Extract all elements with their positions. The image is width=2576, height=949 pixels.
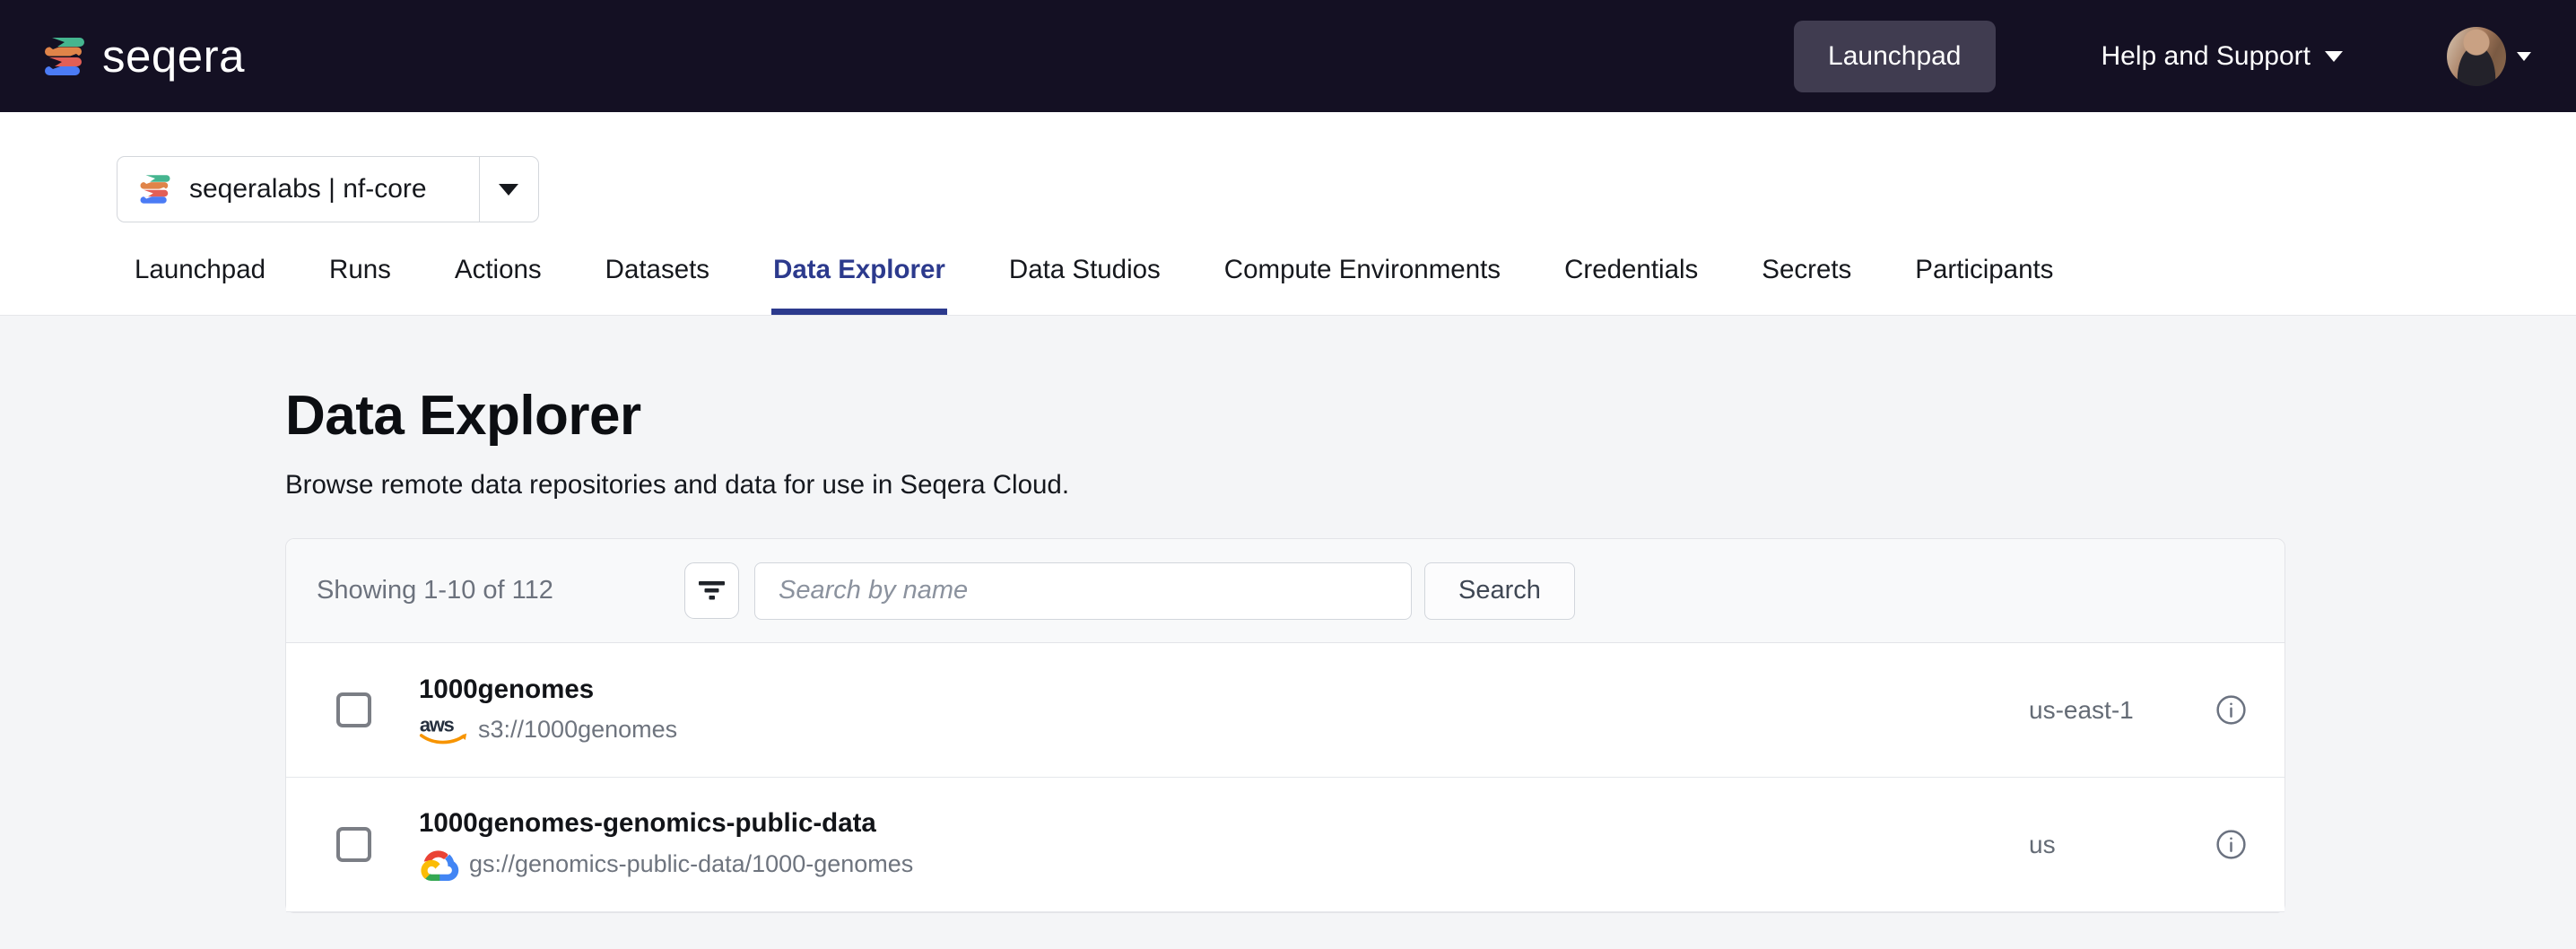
bucket-uri: gs://genomics-public-data/1000-genomes xyxy=(469,850,913,878)
tab-compute-environments[interactable]: Compute Environments xyxy=(1223,255,1502,315)
svg-text:aws: aws xyxy=(420,714,455,736)
row-main: 1000genomes-genomics-public-data aws xyxy=(419,808,2029,881)
search-button[interactable]: Search xyxy=(1424,562,1575,620)
main-content: Data Explorer Browse remote data reposit… xyxy=(0,384,2576,913)
tab-label: Secrets xyxy=(1762,255,1851,284)
tab-runs[interactable]: Runs xyxy=(327,255,393,315)
tab-datasets[interactable]: Datasets xyxy=(604,255,711,315)
page-title: Data Explorer xyxy=(285,384,2576,448)
gcs-icon xyxy=(419,848,459,881)
row-checkbox[interactable] xyxy=(336,692,371,727)
user-menu[interactable] xyxy=(2447,27,2531,86)
seqera-logo-icon xyxy=(43,35,86,78)
workspace-dropdown-toggle[interactable] xyxy=(479,157,538,222)
help-and-support-menu[interactable]: Help and Support xyxy=(2102,41,2344,72)
bucket-uri-line: aws gs://genomics-public-data/1000-genom… xyxy=(419,848,2029,881)
panel-header: Showing 1-10 of 112 Search xyxy=(286,539,2284,643)
bucket-name: 1000genomes xyxy=(419,675,2029,705)
region-label: us-east-1 xyxy=(2029,696,2215,725)
bucket-uri-line: aws s3://1000genomes xyxy=(419,714,2029,746)
launchpad-button[interactable]: Launchpad xyxy=(1794,21,1995,92)
chevron-down-icon xyxy=(2517,52,2531,61)
tab-label: Participants xyxy=(1915,255,2053,284)
table-body: 1000genomes aws xyxy=(286,643,2284,912)
tab-secrets[interactable]: Secrets xyxy=(1760,255,1853,315)
brand-name: seqera xyxy=(102,30,245,83)
row-checkbox[interactable] xyxy=(336,827,371,862)
tab-label: Actions xyxy=(455,255,542,284)
seqera-brand[interactable]: seqera xyxy=(43,30,245,83)
tab-label: Runs xyxy=(329,255,391,284)
workspace-selector[interactable]: seqeralabs | nf-core xyxy=(117,156,539,222)
top-navbar: seqera Launchpad Help and Support xyxy=(0,0,2576,112)
tab-data-explorer[interactable]: Data Explorer xyxy=(771,255,947,315)
tab-label: Compute Environments xyxy=(1224,255,1501,284)
tab-credentials[interactable]: Credentials xyxy=(1562,255,1700,315)
tab-label: Credentials xyxy=(1564,255,1698,284)
filter-icon xyxy=(698,580,726,601)
search-input[interactable] xyxy=(754,562,1412,620)
aws-icon: aws xyxy=(419,714,468,746)
help-and-support-label: Help and Support xyxy=(2102,41,2311,72)
table-row[interactable]: 1000genomes-genomics-public-data aws xyxy=(286,778,2284,912)
bucket-name: 1000genomes-genomics-public-data xyxy=(419,808,2029,839)
tab-data-studios[interactable]: Data Studios xyxy=(1007,255,1162,315)
workspace-label: seqeralabs | nf-core xyxy=(189,174,427,205)
tabs: Launchpad Runs Actions Datasets Data Exp… xyxy=(133,222,2576,315)
showing-count: Showing 1-10 of 112 xyxy=(317,576,684,605)
chevron-down-icon xyxy=(2325,51,2343,62)
page-subtitle: Browse remote data repositories and data… xyxy=(285,470,2576,501)
info-icon[interactable] xyxy=(2215,694,2247,726)
filter-button[interactable] xyxy=(684,562,739,619)
bucket-uri: s3://1000genomes xyxy=(478,716,677,744)
tab-participants[interactable]: Participants xyxy=(1913,255,2055,315)
tab-label: Data Studios xyxy=(1009,255,1161,284)
tab-label: Datasets xyxy=(605,255,709,284)
avatar[interactable] xyxy=(2447,27,2506,86)
workspace-logo-icon xyxy=(139,173,171,205)
chevron-down-icon xyxy=(499,184,518,196)
tab-actions[interactable]: Actions xyxy=(453,255,544,315)
row-main: 1000genomes aws xyxy=(419,675,2029,746)
workspace-header: seqeralabs | nf-core Launchpad Runs Acti… xyxy=(0,112,2576,316)
region-label: us xyxy=(2029,831,2215,859)
tab-label: Launchpad xyxy=(135,255,265,284)
tab-label: Data Explorer xyxy=(773,255,945,284)
info-icon[interactable] xyxy=(2215,829,2247,860)
tab-launchpad[interactable]: Launchpad xyxy=(133,255,267,315)
table-row[interactable]: 1000genomes aws xyxy=(286,643,2284,778)
data-explorer-panel: Showing 1-10 of 112 Search 1000genomes a… xyxy=(285,538,2285,913)
